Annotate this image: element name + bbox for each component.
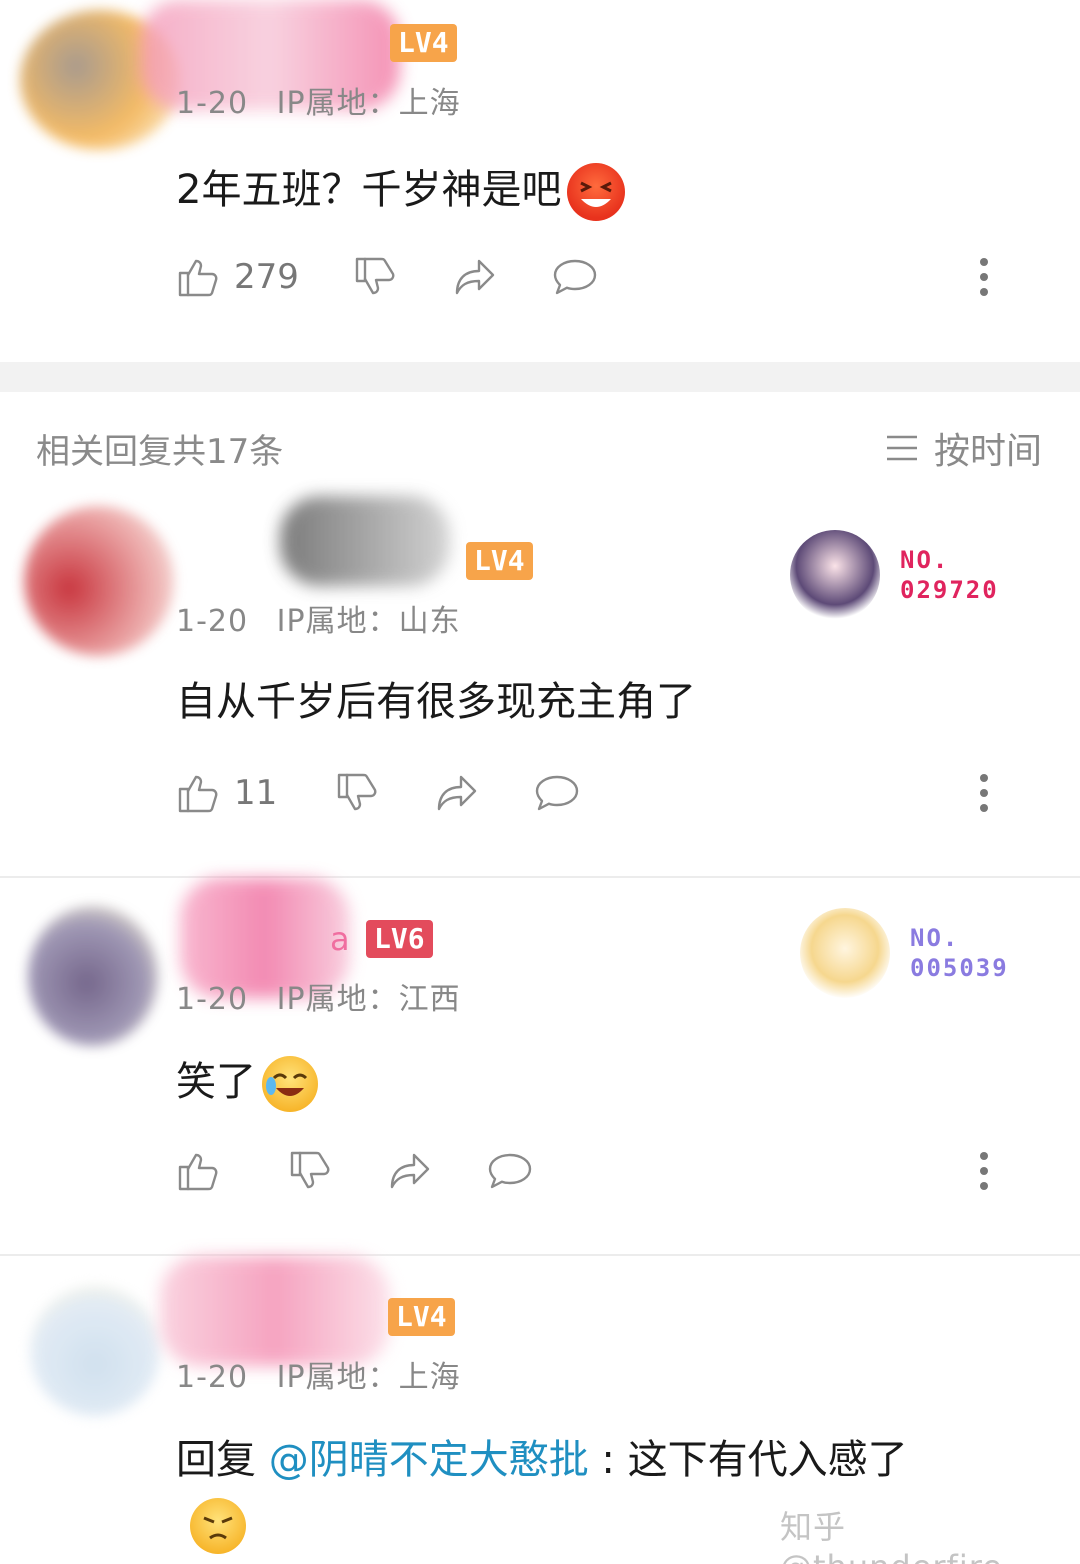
share-icon [455,259,495,295]
ip-location: IP属地：山东 [276,604,461,639]
like-button[interactable]: 11 [174,769,277,817]
share-icon [390,1153,430,1189]
reply-button[interactable] [486,1147,534,1195]
dislike-button[interactable] [286,1147,334,1195]
dot-icon [980,273,988,281]
mention-link[interactable]: @阴晴不定大憨批 [269,1437,589,1483]
like-count: 279 [234,257,299,297]
like-button[interactable] [174,1147,234,1195]
dislike-button[interactable] [333,769,381,817]
dot-icon [980,288,988,296]
more-options-button[interactable] [970,252,998,302]
badge-text: NO. 029720 [900,546,999,604]
laugh-cry-emoji [262,1056,318,1112]
thumbs-up-icon [178,1153,218,1191]
thumbs-down-icon [355,257,395,295]
username-redacted[interactable] [160,1256,390,1366]
comment-meta: 1-20 IP属地：上海 [176,78,461,122]
dot-icon [980,1167,988,1175]
username-redacted[interactable] [280,496,450,586]
username-fragment: a [330,920,350,958]
dot-icon [980,1182,988,1190]
comment-meta: 1-20 IP属地：江西 [176,974,461,1018]
dot-icon [980,774,988,782]
reply-prefix: 回复 [176,1437,256,1483]
badge-character-image [800,908,890,998]
date: 1-20 [176,86,249,121]
top-comment: LV4 1-20 IP属地：上海 2年五班？千岁神是吧 279 [0,0,1080,360]
dot-icon [980,258,988,266]
thumbs-down-icon [290,1151,330,1189]
like-button[interactable]: 279 [174,253,299,301]
action-bar: 279 [174,252,651,302]
more-options-button[interactable] [970,768,998,818]
menu-icon [886,435,917,461]
ip-location: IP属地：江西 [276,982,461,1017]
level-badge: LV4 [390,24,457,62]
laughing-emoji [567,163,626,221]
replies-header: 相关回复共17条 按时间 [0,392,1080,492]
comment-text: 回复 @阴晴不定大憨批 : 这下有代入感了 [176,1437,908,1483]
share-icon [438,775,477,811]
level-badge: LV6 [366,920,433,958]
badge-text: NO. 005039 [910,924,1009,982]
reply-item: LV4 1-20 IP属地：山东 NO. 029720 自从千岁后有很多现充主角… [0,492,1080,876]
reply-item: LV4 1-20 IP属地：上海 回复 @阴晴不定大憨批 : 这下有代入感了 知… [0,1256,1080,1564]
comment-text: 2年五班？千岁神是吧 [176,160,626,221]
date: 1-20 [176,982,249,1017]
action-bar [174,1146,586,1196]
more-options-button[interactable] [970,1146,998,1196]
reply-item: a LV6 1-20 IP属地：江西 NO. 005039 笑了 [0,878,1080,1254]
ip-location: IP属地：上海 [276,1360,461,1395]
date: 1-20 [176,1360,249,1395]
dot-icon [980,789,988,797]
share-button[interactable] [386,1147,434,1195]
badge-character-image [790,530,880,620]
sort-label: 按时间 [933,431,1042,472]
comment-icon [536,775,579,811]
comment-icon [553,259,597,295]
dot-icon [980,1152,988,1160]
comment-meta: 1-20 IP属地：上海 [176,1352,461,1396]
avatar[interactable] [30,1286,160,1416]
avatar[interactable] [24,506,174,656]
annoyed-emoji [190,1498,246,1554]
level-badge: LV4 [388,1298,455,1336]
watermark: 知乎 @thunderfire [780,1508,1002,1564]
sort-button[interactable]: 按时间 [884,422,1042,474]
section-separator [0,362,1080,392]
thumbs-up-icon [178,775,218,813]
reply-button[interactable] [551,253,599,301]
avatar[interactable] [28,906,158,1046]
share-button[interactable] [451,253,499,301]
fan-badge[interactable]: NO. 005039 [800,908,1009,998]
date: 1-20 [176,604,249,639]
reply-button[interactable] [533,769,581,817]
comment-meta: 1-20 IP属地：山东 [176,596,461,640]
comment-text: 笑了 [176,1052,318,1112]
comment-text: 自从千岁后有很多现充主角了 [176,679,696,725]
thumbs-up-icon [178,259,218,297]
thumbs-down-icon [338,773,377,811]
ip-location: IP属地：上海 [276,86,461,121]
level-badge: LV4 [466,542,533,580]
like-count: 11 [234,773,278,813]
dot-icon [980,804,988,812]
dislike-button[interactable] [351,253,399,301]
share-button[interactable] [433,769,481,817]
comment-icon [488,1153,532,1189]
replies-count-title: 相关回复共17条 [36,432,284,472]
action-bar: 11 [174,768,633,818]
fan-badge[interactable]: NO. 029720 [790,530,999,620]
